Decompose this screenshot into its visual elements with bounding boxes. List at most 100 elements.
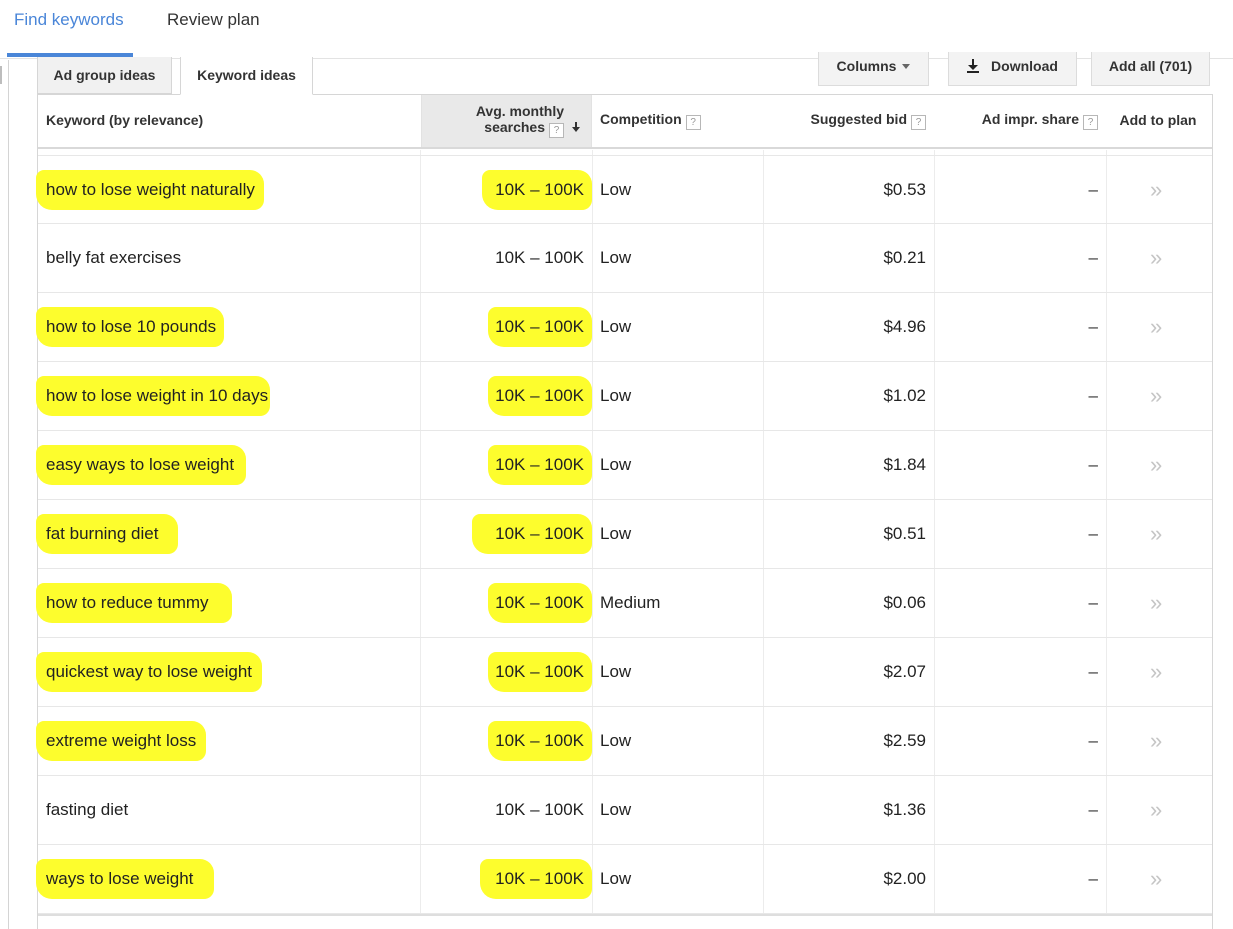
header-share-label: Ad impr. share [981, 111, 1079, 127]
table-row: belly fat exercises 10K – 100K Low $0.21 – » [38, 224, 1212, 293]
keyword-cell[interactable]: how to reduce tummy [46, 569, 209, 636]
keyword-cell[interactable]: how to lose 10 pounds [46, 293, 216, 360]
competition-cell: Low [600, 845, 631, 912]
competition-cell-text: Low [600, 248, 632, 267]
add-to-plan-icon[interactable]: » [1150, 569, 1162, 636]
keyword-cell[interactable]: how to lose weight in 10 days [46, 362, 268, 429]
add-to-plan-icon[interactable]: » [1150, 500, 1162, 567]
competition-cell: Low [600, 431, 631, 498]
avg-searches-cell-text: 10K – 100K [495, 386, 584, 405]
header-competition[interactable]: Competition? [600, 95, 770, 147]
impr-share-cell: – [1089, 224, 1098, 291]
header-add-to-plan: Add to plan [1119, 112, 1197, 128]
impr-share-cell-text: – [1088, 248, 1098, 267]
impr-share-cell-text: – [1088, 593, 1098, 612]
add-to-plan-icon[interactable]: » [1150, 638, 1162, 705]
competition-cell-text: Medium [600, 593, 661, 612]
header-competition-label: Competition [600, 111, 682, 127]
avg-searches-cell-text: 10K – 100K [495, 800, 584, 819]
tab-review-plan[interactable]: Review plan [167, 0, 260, 56]
competition-cell-text: Low [600, 662, 632, 681]
add-to-plan-icon[interactable]: » [1150, 845, 1162, 912]
impr-share-cell: – [1089, 362, 1098, 429]
keyword-cell-text: how to lose weight naturally [46, 180, 255, 199]
header-ad-impr-share[interactable]: Ad impr. share? [938, 95, 1098, 147]
keyword-cell-text: ways to lose weight [46, 869, 194, 888]
impr-share-cell-text: – [1088, 869, 1098, 888]
avg-searches-cell-text: 10K – 100K [495, 593, 584, 612]
competition-cell-text: Low [600, 386, 632, 405]
columns-button[interactable]: Columns [818, 52, 929, 86]
table-bottom-border [38, 914, 1212, 916]
suggested-bid-cell: $4.96 [883, 293, 926, 360]
competition-cell: Low [600, 707, 631, 774]
competition-cell: Low [600, 293, 631, 360]
add-to-plan-icon[interactable]: » [1150, 776, 1162, 843]
impr-share-cell-text: – [1088, 180, 1098, 199]
keyword-cell[interactable]: fat burning diet [46, 500, 158, 567]
avg-searches-cell: 10K – 100K [495, 707, 584, 774]
table-header: Keyword (by relevance) Avg. monthly sear… [38, 95, 1212, 147]
download-icon [967, 59, 980, 73]
add-to-plan-icon[interactable]: » [1150, 431, 1162, 498]
tab-keyword-ideas[interactable]: Keyword ideas [180, 57, 313, 95]
suggested-bid-cell-text: $1.84 [883, 455, 926, 474]
avg-searches-cell-text: 10K – 100K [495, 248, 584, 267]
help-icon[interactable]: ? [1083, 115, 1098, 130]
suggested-bid-cell-text: $2.07 [883, 662, 926, 681]
competition-cell-text: Low [600, 524, 632, 543]
header-avg-monthly-searches[interactable]: Avg. monthly searches? [421, 95, 592, 147]
keyword-cell[interactable]: belly fat exercises [46, 224, 181, 291]
table-row: quickest way to lose weight 10K – 100K Low… [36, 638, 1212, 707]
competition-cell-text: Low [600, 455, 632, 474]
suggested-bid-cell-text: $2.00 [883, 869, 926, 888]
add-to-plan-icon[interactable]: » [1150, 293, 1162, 360]
avg-searches-cell: 10K – 100K [495, 776, 584, 843]
keyword-cell[interactable]: ways to lose weight [46, 845, 193, 912]
keyword-cell-text: fasting diet [46, 800, 129, 819]
tab-find-keywords[interactable]: Find keywords [7, 0, 133, 57]
suggested-bid-cell-text: $0.06 [883, 593, 926, 612]
header-avg-line2: searches [484, 119, 545, 135]
keyword-cell[interactable]: quickest way to lose weight [46, 638, 252, 705]
header-keyword[interactable]: Keyword (by relevance) [46, 95, 416, 147]
suggested-bid-cell-text: $1.36 [883, 800, 926, 819]
header-suggested-bid[interactable]: Suggested bid? [766, 95, 926, 147]
avg-searches-cell-text: 10K – 100K [495, 524, 584, 543]
table-row: fat burning diet 10K – 100K Low $0.51 – » [36, 500, 1212, 569]
help-icon[interactable]: ? [911, 115, 926, 130]
competition-cell: Low [600, 638, 631, 705]
help-icon[interactable]: ? [685, 115, 701, 130]
left-frame-border [8, 60, 9, 929]
impr-share-cell: – [1089, 776, 1098, 843]
add-all-button[interactable]: Add all (701) [1091, 52, 1210, 86]
keyword-cell-text: easy ways to lose weight [46, 455, 235, 474]
keyword-cell[interactable]: fasting diet [46, 776, 128, 843]
suggested-bid-cell-text: $0.53 [883, 180, 926, 199]
help-icon[interactable]: ? [549, 123, 564, 138]
impr-share-cell: – [1089, 569, 1098, 636]
keyword-cell-text: how to lose 10 pounds [46, 317, 217, 336]
suggested-bid-cell: $0.53 [883, 156, 926, 223]
keyword-cell[interactable]: easy ways to lose weight [46, 431, 234, 498]
impr-share-cell-text: – [1088, 524, 1098, 543]
add-to-plan-icon[interactable]: » [1150, 707, 1162, 774]
suggested-bid-cell-text: $0.21 [883, 248, 926, 267]
impr-share-cell: – [1089, 638, 1098, 705]
avg-searches-cell-text: 10K – 100K [495, 317, 584, 336]
keyword-cell[interactable]: how to lose weight naturally [46, 156, 255, 223]
table-row: how to reduce tummy 10K – 100K Medium $0.06… [36, 569, 1212, 638]
suggested-bid-cell: $1.36 [883, 776, 926, 843]
add-to-plan-icon[interactable]: » [1150, 362, 1162, 429]
download-button[interactable]: Download [948, 52, 1077, 86]
add-to-plan-icon[interactable]: » [1150, 156, 1162, 223]
table-body: how to lose weight naturally 10K – 100K Lo… [36, 155, 1212, 914]
competition-cell: Low [600, 500, 631, 567]
add-to-plan-icon[interactable]: » [1150, 224, 1162, 291]
table-row: ways to lose weight 10K – 100K Low $2.00 – » [36, 845, 1212, 914]
tab-ad-group-ideas[interactable]: Ad group ideas [37, 57, 172, 94]
competition-cell-text: Low [600, 869, 632, 888]
keyword-cell[interactable]: extreme weight loss [46, 707, 196, 774]
table-row: fasting diet 10K – 100K Low $1.36 – » [38, 776, 1212, 845]
impr-share-cell: – [1089, 500, 1098, 567]
